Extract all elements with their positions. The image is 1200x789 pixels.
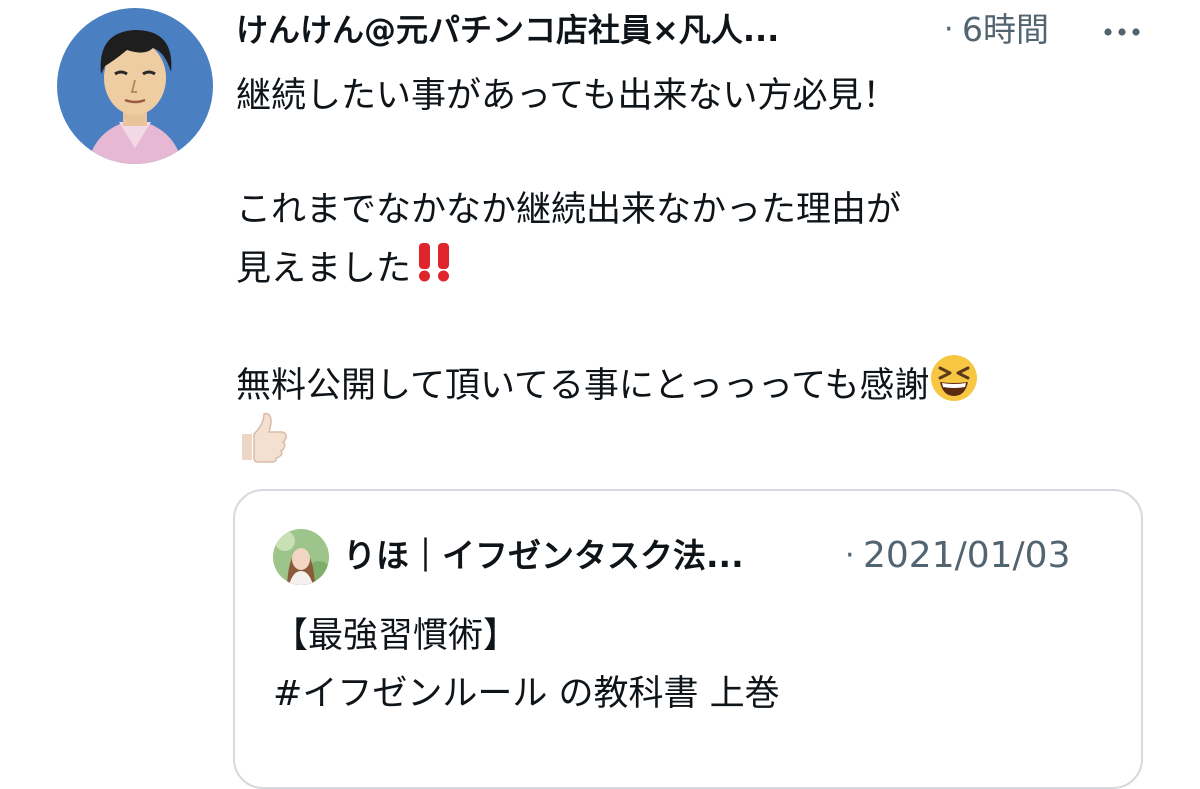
woman-photo-avatar-icon [273,529,329,585]
grinning-squinting-face-emoji-icon [929,353,979,421]
quoted-author-avatar[interactable] [273,529,329,585]
header-separator: · [944,12,954,47]
tweet-text: 継続したい事があっても出来ない方必見！ これまでなかなか継続出来なかった理由が … [236,68,1156,467]
tweet-text-fragment: 見えました [236,249,412,289]
tweet-text-line: 無料公開して頂いてる事にとっっっても感謝 [236,353,1156,410]
cartoon-man-avatar-icon [57,8,213,164]
quoted-author-display-name[interactable]: りほ｜イフゼンタスク法... [343,531,744,581]
quoted-tweet-text: 【最強習慣術】 #イフゼンルール の教科書 上巻 [273,607,780,723]
tweet[interactable]: けんけん@元パチンコ店社員×凡人... · 6時間 継続したい事があっても出来な… [0,0,1200,789]
author-display-name[interactable]: けんけん@元パチンコ店社員×凡人... [236,6,779,54]
tweet-header: けんけん@元パチンコ店社員×凡人... · 6時間 [236,6,1156,56]
author-avatar[interactable] [57,8,213,164]
quoted-text-line: 【最強習慣術】 [273,616,519,656]
tweet-text-fragment: 無料公開して頂いてる事にとっっっても感謝 [236,366,930,406]
quoted-header-separator: · [845,538,855,573]
double-exclamation-emoji-icon [411,239,457,301]
tweet-text-line: 見えました [236,239,1156,296]
tweet-text-line [236,410,1156,467]
quoted-tweet-card[interactable]: りほ｜イフゼンタスク法... · 2021/01/03 【最強習慣術】 #イフゼ… [233,489,1143,789]
tweet-timestamp[interactable]: 6時間 [962,6,1049,54]
quoted-text-line: #イフゼンルール の教科書 上巻 [273,674,780,714]
quoted-tweet-date[interactable]: 2021/01/03 [863,531,1071,581]
thumbs-up-emoji-icon [236,410,290,482]
more-horizontal-icon[interactable] [1100,18,1144,46]
tweet-text-line: 継続したい事があっても出来ない方必見！ [236,76,898,116]
tweet-text-line: これまでなかなか継続出来なかった理由が [236,190,902,230]
